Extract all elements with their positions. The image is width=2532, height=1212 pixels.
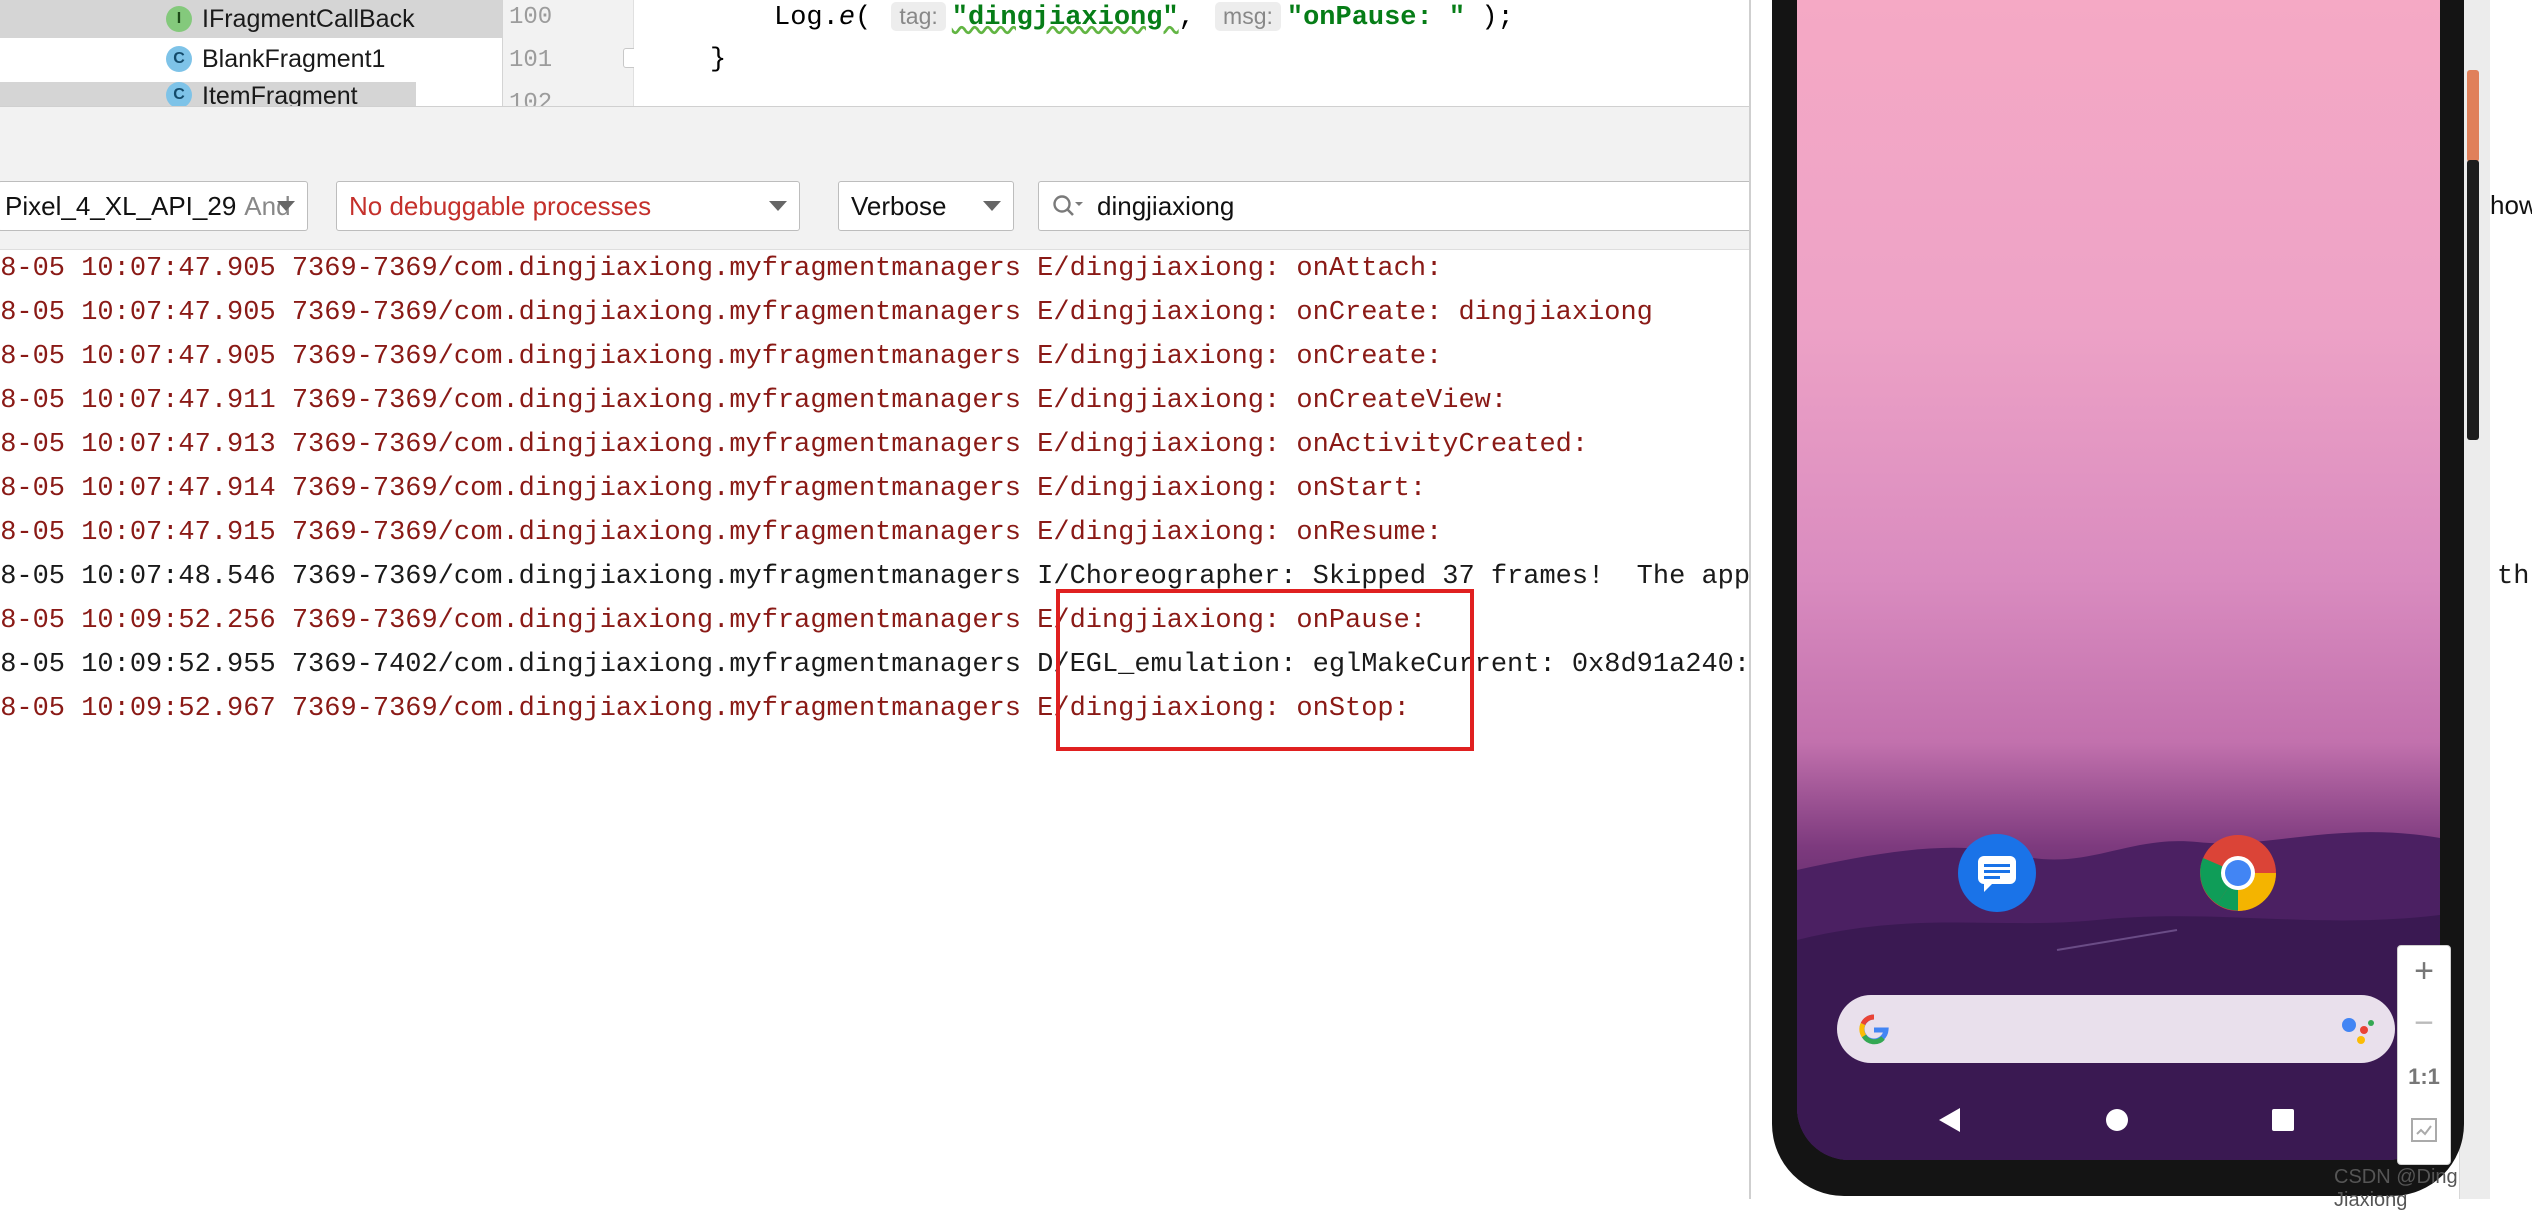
log-line: 08-05 10:09:52.955 7369-7402/com.dingjia… — [0, 650, 1749, 680]
messages-app-icon[interactable] — [1958, 834, 2036, 912]
code-line-brace: } — [710, 45, 727, 75]
home-icon[interactable] — [2104, 1107, 2130, 1133]
chrome-app-icon[interactable] — [2199, 834, 2277, 912]
log-line: 08-05 10:07:47.915 7369-7369/com.dingjia… — [0, 518, 1443, 548]
class-icon: C — [166, 46, 192, 72]
code-editor[interactable]: Log.e( tag: "dingjiaxiong", msg: "onPause:… — [634, 0, 1749, 106]
chevron-down-icon — [277, 201, 295, 211]
zoom-actual-size-button[interactable]: 1:1 — [2398, 1064, 2450, 1090]
assistant-icon[interactable] — [2337, 1013, 2377, 1047]
tree-item-label: BlankFragment1 — [202, 44, 386, 73]
line-number: 101 — [509, 47, 553, 74]
param-hint-msg: msg: — [1215, 2, 1281, 31]
logcat-output[interactable]: 08-05 10:07:47.905 7369-7369/com.dingjia… — [0, 250, 1749, 1199]
log-level-dropdown[interactable]: Verbose — [838, 181, 1014, 231]
tree-item-itemfragment[interactable]: C ItemFragment — [0, 82, 416, 106]
log-line: 08-05 10:07:47.914 7369-7369/com.dingjia… — [0, 474, 1427, 504]
log-line: 08-05 10:07:47.905 7369-7369/com.dingjia… — [0, 254, 1443, 284]
fit-screen-icon[interactable] — [2411, 1118, 2437, 1142]
panel-divider[interactable] — [0, 106, 1749, 164]
wallpaper-mountains — [1797, 832, 2440, 1160]
volume-button[interactable] — [2467, 160, 2479, 440]
code-line-log: Log.e( tag: "dingjiaxiong", msg: "onPause:… — [774, 2, 1514, 33]
chevron-down-icon — [769, 201, 787, 211]
chevron-down-icon — [983, 201, 1001, 211]
log-line-overflow: th — [2497, 562, 2530, 592]
class-icon: C — [166, 82, 192, 106]
zoom-out-button[interactable]: − — [2398, 1004, 2450, 1043]
process-dropdown[interactable]: No debuggable processes — [336, 181, 800, 231]
tree-item-ifragmentcallback[interactable]: I IFragmentCallBack — [0, 0, 502, 38]
log-line: 08-05 10:07:48.546 7369-7369/com.dingjia… — [0, 562, 1749, 592]
tree-item-label: ItemFragment — [202, 82, 358, 106]
log-line: 08-05 10:07:47.911 7369-7369/com.dingjia… — [0, 386, 1508, 416]
watermark: CSDN @Ding Jiaxiong — [2334, 1166, 2458, 1211]
power-button[interactable] — [2467, 70, 2479, 162]
tree-item-blankfragment1[interactable]: C BlankFragment1 — [0, 40, 385, 78]
logcat-search-input[interactable]: dingjiaxiong — [1038, 181, 1758, 231]
google-search-bar[interactable] — [1837, 995, 2395, 1063]
zoom-controls: + − 1:1 — [2397, 945, 2451, 1165]
param-hint-tag: tag: — [891, 2, 946, 31]
tree-item-label: IFragmentCallBack — [202, 4, 415, 33]
logcat-toolbar: Pixel_4_XL_API_29 And No debuggable proc… — [0, 163, 1758, 250]
back-icon[interactable] — [1936, 1106, 1962, 1134]
annotation-highlight-box — [1056, 589, 1474, 751]
zoom-in-button[interactable]: + — [2398, 952, 2450, 991]
phone-screen[interactable] — [1797, 0, 2440, 1160]
search-icon — [1053, 195, 1083, 216]
line-number: 100 — [509, 4, 553, 31]
show-only-selected-label: how — [2490, 190, 2532, 220]
project-tree: I IFragmentCallBack C BlankFragment1 C I… — [0, 0, 503, 106]
log-line: 08-05 10:07:47.905 7369-7369/com.dingjia… — [0, 342, 1443, 372]
google-g-icon — [1859, 1014, 1889, 1045]
device-dropdown[interactable]: Pixel_4_XL_API_29 And — [0, 181, 308, 231]
log-line: 08-05 10:07:47.913 7369-7369/com.dingjia… — [0, 430, 1589, 460]
recents-icon[interactable] — [2271, 1108, 2295, 1132]
interface-icon: I — [166, 6, 192, 32]
log-line: 08-05 10:07:47.905 7369-7369/com.dingjia… — [0, 298, 1653, 328]
editor-gutter: 100 101 102 — [503, 0, 634, 117]
